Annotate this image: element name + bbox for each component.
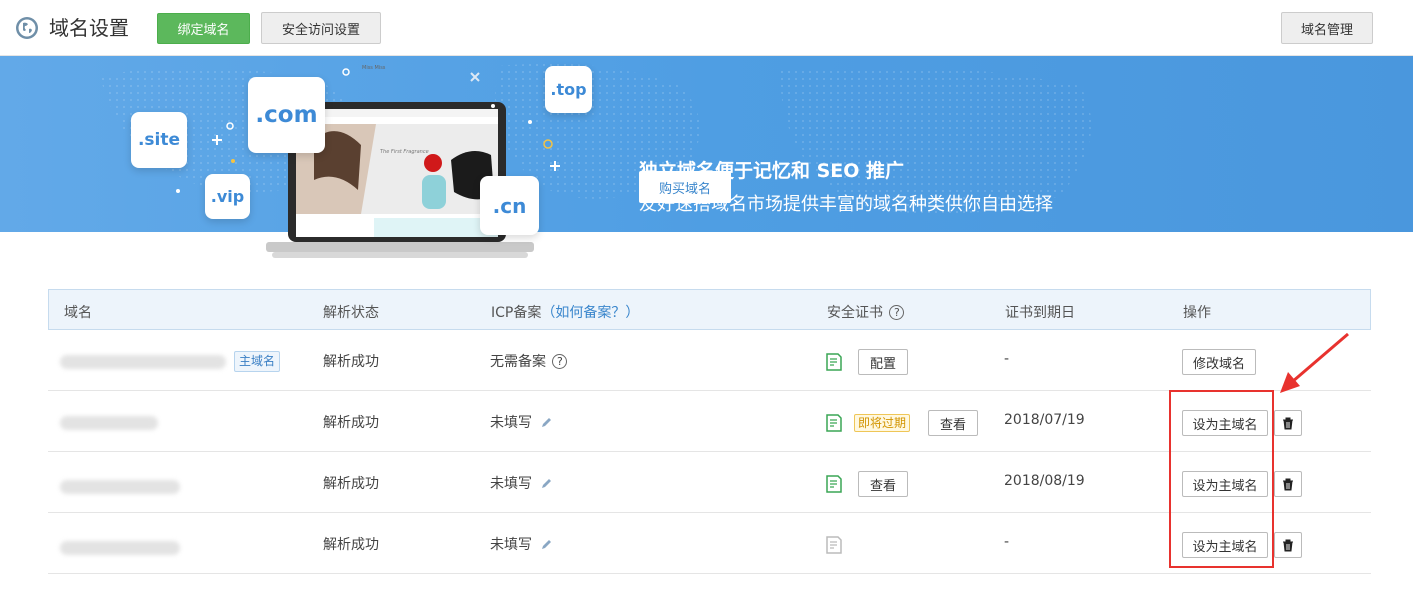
icp-help-link[interactable]: （如何备案？） bbox=[541, 305, 639, 321]
delete-domain-button[interactable] bbox=[1274, 532, 1302, 558]
cert-expiry: 2018/07/19 bbox=[1004, 412, 1085, 428]
cert-expiry: - bbox=[1004, 351, 1010, 367]
pencil-icon[interactable] bbox=[540, 538, 553, 551]
domain-name-redacted bbox=[60, 480, 180, 494]
trash-icon bbox=[1283, 478, 1293, 490]
header-status: 解析状态 bbox=[323, 305, 379, 321]
delete-domain-button[interactable] bbox=[1274, 410, 1302, 436]
highlight-box bbox=[1169, 390, 1274, 568]
domain-name-redacted bbox=[60, 355, 226, 369]
trash-icon bbox=[1283, 539, 1293, 551]
resolve-status: 解析成功 bbox=[323, 476, 379, 492]
resolve-status: 解析成功 bbox=[323, 354, 379, 370]
icp-status-text: 未填写 bbox=[490, 537, 532, 553]
table-header: 域名 解析状态 ICP备案（如何备案？） 安全证书 ? 证书到期日 操作 bbox=[48, 289, 1371, 330]
buy-domain-button[interactable]: 购买域名 bbox=[639, 171, 731, 203]
trash-icon bbox=[1283, 417, 1293, 429]
pencil-icon[interactable] bbox=[540, 477, 553, 490]
cert-help-icon[interactable]: ? bbox=[889, 305, 905, 320]
icp-help-icon[interactable]: ? bbox=[552, 354, 568, 369]
icp-status: 未填写 bbox=[490, 412, 553, 432]
icp-status: 未填写 bbox=[490, 473, 553, 493]
certificate-icon bbox=[826, 414, 842, 432]
certificate-icon-disabled bbox=[826, 536, 842, 554]
icp-status: 无需备案 ? bbox=[490, 351, 568, 371]
page-title: 域名设置 bbox=[49, 16, 129, 40]
cert-expiry: - bbox=[1004, 534, 1010, 550]
icp-status-text: 未填写 bbox=[490, 476, 532, 492]
domain-name-redacted bbox=[60, 416, 158, 430]
icp-status-text: 无需备案 bbox=[490, 354, 546, 370]
certificate-icon bbox=[826, 353, 842, 371]
header-domain: 域名 bbox=[64, 305, 92, 321]
main-domain-tag: 主域名 bbox=[234, 351, 281, 372]
header-icp-label: ICP备案 bbox=[491, 305, 542, 321]
header-icp: ICP备案（如何备案？） bbox=[491, 302, 639, 322]
certificate-icon bbox=[826, 475, 842, 493]
resolve-status: 解析成功 bbox=[323, 537, 379, 553]
icp-status: 未填写 bbox=[490, 534, 553, 554]
top-bar: 域名设置 绑定域名 安全访问设置 域名管理 bbox=[0, 0, 1413, 56]
globe-icon bbox=[16, 17, 38, 39]
edit-domain-button[interactable]: 修改域名 bbox=[1182, 349, 1256, 375]
icp-status-text: 未填写 bbox=[490, 415, 532, 431]
header-cert-label: 安全证书 bbox=[827, 305, 883, 321]
view-cert-button[interactable]: 查看 bbox=[928, 410, 978, 436]
table-row: 主域名 解析成功 无需备案 ? 配置 - 修改域名 bbox=[48, 330, 1371, 391]
resolve-status: 解析成功 bbox=[323, 415, 379, 431]
sparkle-decorations bbox=[176, 68, 560, 193]
expiring-soon-badge: 即将过期 bbox=[854, 414, 911, 432]
header-cert: 安全证书 ? bbox=[827, 302, 905, 322]
domain-manage-button[interactable]: 域名管理 bbox=[1281, 12, 1373, 44]
delete-domain-button[interactable] bbox=[1274, 471, 1302, 497]
header-expiry: 证书到期日 bbox=[1005, 305, 1075, 321]
promo-banner: Miss Miss The First Fragrance .site .com… bbox=[0, 56, 1413, 258]
security-access-button[interactable]: 安全访问设置 bbox=[261, 12, 381, 44]
cert-expiry: 2018/08/19 bbox=[1004, 473, 1085, 489]
pencil-icon[interactable] bbox=[540, 416, 553, 429]
domain-name-redacted bbox=[60, 541, 180, 555]
header-actions: 操作 bbox=[1183, 305, 1211, 321]
arrow-icon bbox=[1280, 332, 1349, 393]
configure-cert-button[interactable]: 配置 bbox=[858, 349, 908, 375]
view-cert-button[interactable]: 查看 bbox=[858, 471, 908, 497]
bind-domain-button[interactable]: 绑定域名 bbox=[157, 13, 250, 44]
